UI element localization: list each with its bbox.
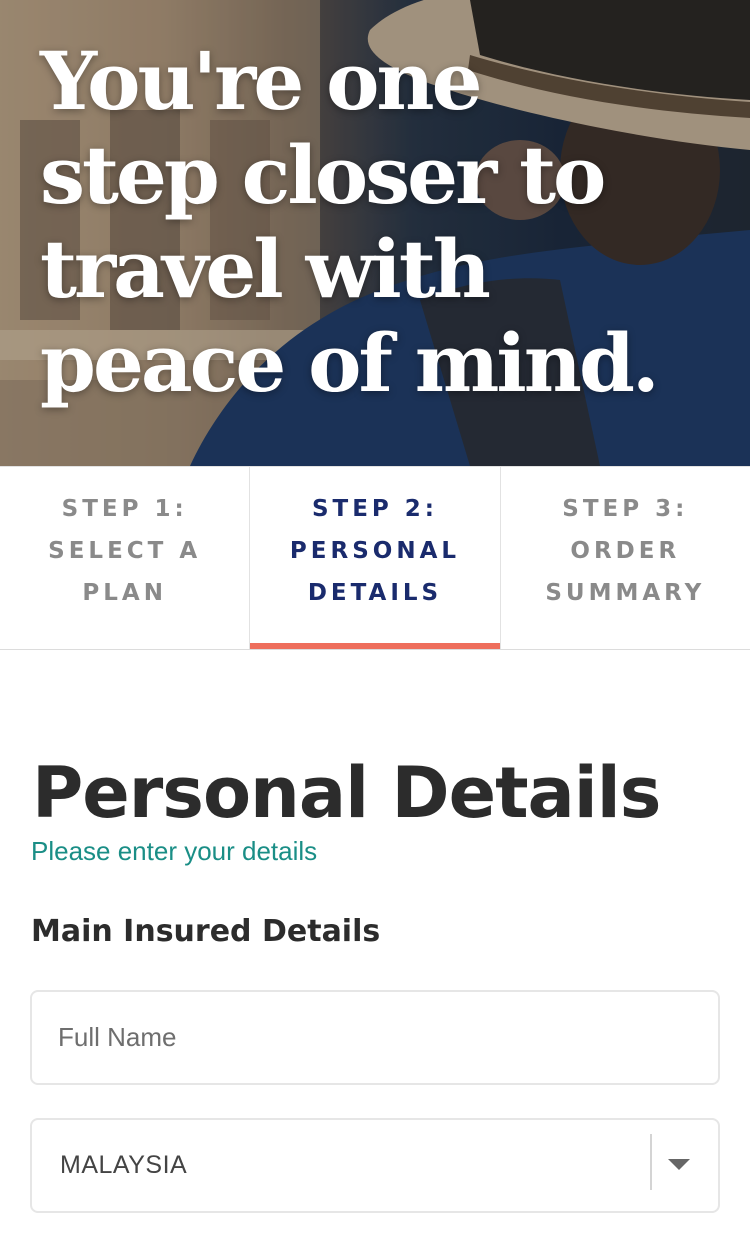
hero-title: You're one step closer to travel with pe… [40, 34, 660, 410]
step-tabs: STEP 1: SELECT A PLAN STEP 2: PERSONAL D… [0, 466, 750, 650]
country-selected-value: MALAYSIA [60, 1151, 188, 1179]
full-name-field [30, 990, 720, 1085]
tab-step-1[interactable]: STEP 1: SELECT A PLAN [0, 467, 249, 649]
tab-step-3[interactable]: STEP 3: ORDER SUMMARY [499, 467, 750, 649]
select-divider [650, 1134, 652, 1190]
step-2-label: STEP 2: PERSONAL DETAILS [289, 496, 461, 606]
hero-banner: You're one step closer to travel with pe… [0, 0, 750, 466]
section-title: Main Insured Details [31, 914, 381, 949]
step-1-label: STEP 1: SELECT A PLAN [48, 496, 202, 606]
page-title: Personal Details [32, 752, 661, 834]
page-subtitle: Please enter your details [31, 836, 318, 866]
country-select[interactable]: MALAYSIA [30, 1118, 720, 1213]
step-3-label: STEP 3: ORDER SUMMARY [545, 496, 706, 606]
chevron-down-icon[interactable] [668, 1159, 690, 1170]
full-name-input[interactable] [32, 992, 718, 1083]
tab-step-2[interactable]: STEP 2: PERSONAL DETAILS [249, 467, 500, 649]
